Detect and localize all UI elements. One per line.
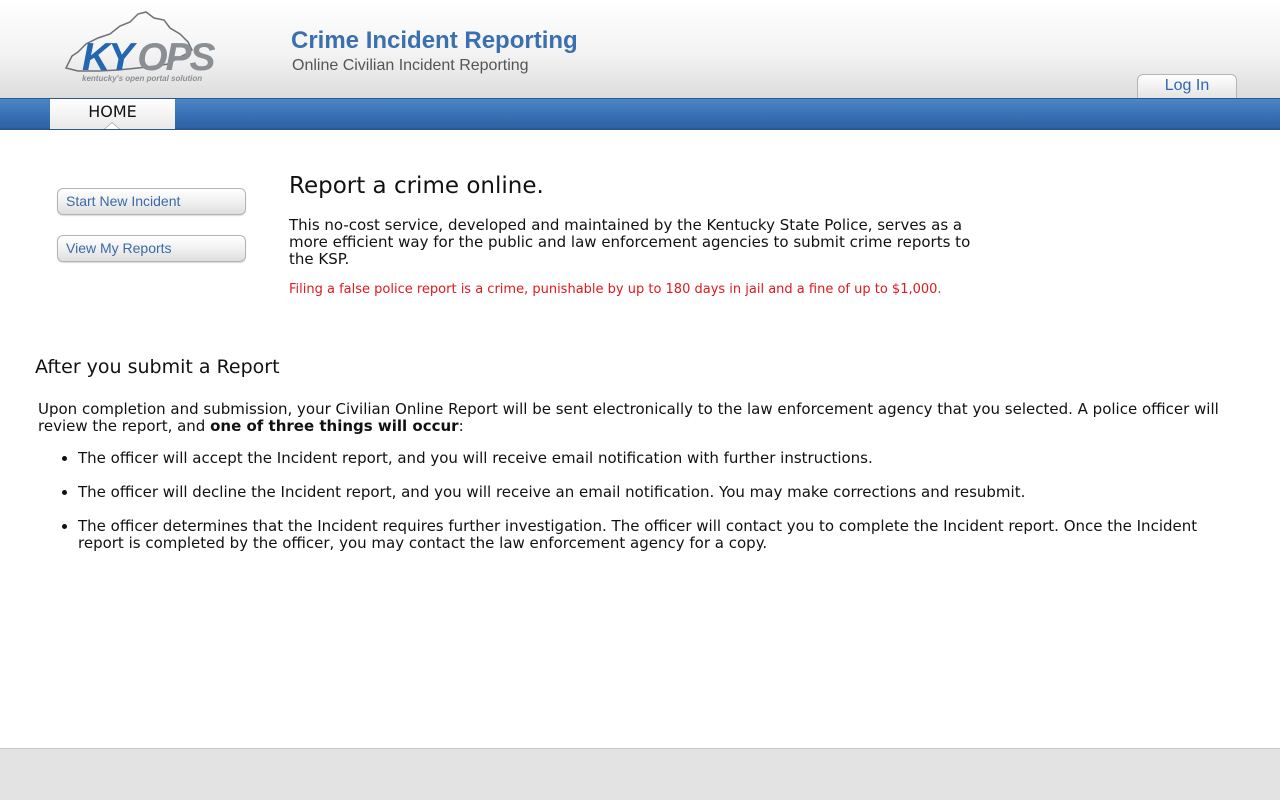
- view-my-reports-button[interactable]: View My Reports: [57, 235, 246, 262]
- after-para-tail: :: [458, 417, 464, 435]
- logo-wordmark: KY OPS: [82, 36, 216, 79]
- after-para-emphasis: one of three things will occur: [210, 417, 459, 435]
- app-subtitle: Online Civilian Incident Reporting: [292, 57, 529, 74]
- page-header: KY OPS kentucky's open portal solution Cr…: [0, 0, 1280, 98]
- false-report-warning: Filing a false police report is a crime,…: [289, 282, 942, 297]
- intro-description: This no-cost service, developed and main…: [289, 216, 971, 268]
- active-tab-caret: [105, 123, 119, 129]
- app-title: Crime Incident Reporting: [291, 27, 578, 54]
- intro-heading: Report a crime online.: [289, 173, 544, 199]
- after-submit-paragraph: Upon completion and submission, your Civ…: [38, 401, 1248, 435]
- tab-home[interactable]: HOME: [50, 99, 175, 129]
- kyops-logo[interactable]: KY OPS kentucky's open portal solution: [58, 8, 223, 88]
- list-item: The officer will decline the Incident re…: [78, 484, 1238, 501]
- after-submit-heading: After you submit a Report: [35, 356, 280, 378]
- login-button[interactable]: Log In: [1137, 74, 1237, 98]
- list-item: The officer will accept the Incident rep…: [78, 450, 1238, 467]
- logo-tagline: kentucky's open portal solution: [82, 74, 203, 83]
- outcome-list: The officer will accept the Incident rep…: [38, 450, 1238, 569]
- tab-home-label: HOME: [88, 102, 137, 121]
- list-item: The officer determines that the Incident…: [78, 518, 1238, 552]
- main-nav-bar: HOME: [0, 98, 1280, 130]
- page-footer: [0, 748, 1280, 800]
- logo-ky-text: KY: [82, 36, 134, 79]
- start-new-incident-button[interactable]: Start New Incident: [57, 188, 246, 215]
- logo-ops-text: OPS: [137, 36, 215, 79]
